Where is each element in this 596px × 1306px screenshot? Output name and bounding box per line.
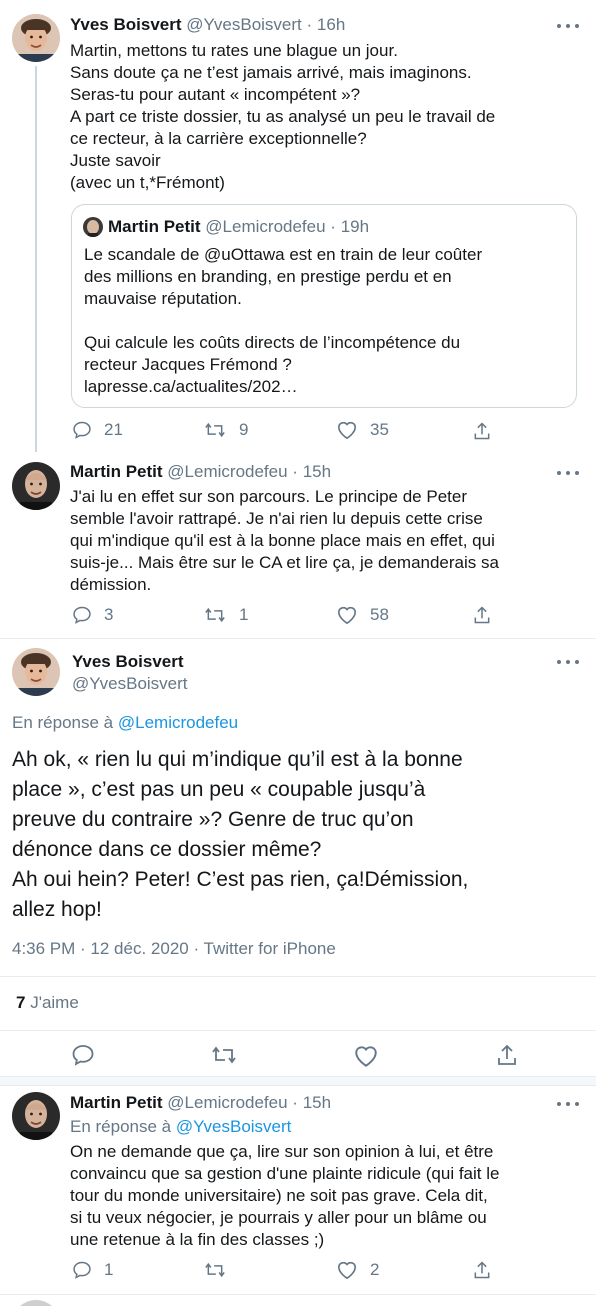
main-reply-context: En réponse à @Lemicrodefeu xyxy=(12,713,238,733)
heart-icon xyxy=(337,421,357,440)
tweet1-like-count: 35 xyxy=(370,420,389,439)
reply-icon xyxy=(72,1045,94,1066)
tweet2-like-button[interactable]: 58 xyxy=(336,605,389,625)
tweet2-text: J'ai lu en effet sur son parcours. Le pr… xyxy=(70,487,499,594)
avatar-yves-main-image xyxy=(12,648,60,696)
tweet2-retweet-button[interactable]: 1 xyxy=(203,605,248,625)
tweet3-like-count: 2 xyxy=(370,1260,380,1279)
divider xyxy=(0,638,596,639)
share-icon xyxy=(474,606,490,624)
tweet3-like-button[interactable]: 2 xyxy=(336,1260,379,1280)
quote-link[interactable]: lapresse.ca/actualites/202… xyxy=(84,376,482,398)
thread-line xyxy=(35,66,37,452)
tweet1-share-button[interactable] xyxy=(472,420,492,442)
main-share-button[interactable] xyxy=(495,1042,519,1068)
tweet2-header: Martin Petit @Lemicrodefeu · 15h xyxy=(70,462,332,481)
quote-header: Martin Petit @Lemicrodefeu · 19h xyxy=(108,217,370,236)
avatar-martin-image xyxy=(12,462,60,510)
main-likes-count: 7 xyxy=(16,993,26,1012)
quote-avatar-martin xyxy=(83,217,103,237)
main-author-handle-row: @YvesBoisvert xyxy=(72,674,188,694)
avatar-yves-image xyxy=(12,14,60,62)
divider xyxy=(0,1030,596,1031)
main-like-button[interactable] xyxy=(353,1044,379,1068)
tweet2-retweet-count: 1 xyxy=(239,605,249,624)
tweet3-text: On ne demande que ça, lire sur son opini… xyxy=(70,1142,500,1249)
retweet-icon xyxy=(205,422,225,438)
tweet2-author-handle[interactable]: @Lemicrodefeu xyxy=(167,462,287,481)
tweet3-more-icon[interactable] xyxy=(557,1099,579,1109)
share-icon xyxy=(474,422,490,440)
main-reply-prefix: En réponse à xyxy=(12,713,114,732)
avatar-yves-main[interactable] xyxy=(12,648,60,696)
retweet-icon xyxy=(205,1262,225,1278)
main-retweet-button[interactable] xyxy=(210,1043,238,1067)
tweet2-author-name[interactable]: Martin Petit xyxy=(70,462,163,481)
retweet-icon xyxy=(212,1046,236,1064)
divider xyxy=(0,1294,596,1295)
avatar-next-partial xyxy=(12,1300,60,1306)
quote-text: Le scandale de @uOttawa est en train de … xyxy=(84,245,483,398)
quoted-tweet[interactable]: Martin Petit @Lemicrodefeu · 19h Le scan… xyxy=(71,204,577,408)
tweet1-text: Martin, mettons tu rates une blague un j… xyxy=(70,41,496,192)
tweet1-more-icon[interactable] xyxy=(557,21,579,31)
tweet1-header: Yves Boisvert @YvesBoisvert · 16h xyxy=(70,15,346,34)
tweet2-share-button[interactable] xyxy=(472,604,492,626)
divider xyxy=(0,976,596,977)
main-more-icon[interactable] xyxy=(557,657,579,667)
tweet3-reply-count: 1 xyxy=(104,1260,114,1279)
main-likes-summary[interactable]: 7 J'aime xyxy=(16,993,79,1013)
main-reply-to-link[interactable]: @Lemicrodefeu xyxy=(118,713,238,732)
tweet2-more-icon[interactable] xyxy=(557,468,579,478)
tweet2-reply-button[interactable]: 3 xyxy=(72,605,113,625)
tweet3-share-button[interactable] xyxy=(472,1259,492,1281)
reply-icon xyxy=(73,606,91,624)
tweet3-author-handle[interactable]: @Lemicrodefeu xyxy=(167,1093,287,1112)
main-timestamp[interactable]: 4:36 PM · 12 déc. 2020 · Twitter for iPh… xyxy=(12,939,336,959)
tweet3-author-name[interactable]: Martin Petit xyxy=(70,1093,163,1112)
tweet3-reply-button[interactable]: 1 xyxy=(72,1260,113,1280)
tweet3-reply-prefix: En réponse à xyxy=(70,1117,172,1136)
section-separator xyxy=(0,1076,596,1086)
tweet1-reply-count: 21 xyxy=(104,420,123,439)
tweet1-author-name[interactable]: Yves Boisvert xyxy=(70,15,182,34)
main-author-handle[interactable]: @YvesBoisvert xyxy=(72,674,188,693)
quote-author-handle: @Lemicrodefeu xyxy=(205,217,326,236)
tweet1-reply-button[interactable]: 21 xyxy=(72,420,123,440)
tweet3-reply-to-link[interactable]: @YvesBoisvert xyxy=(176,1117,292,1136)
heart-icon xyxy=(337,606,357,625)
reply-icon xyxy=(73,1261,91,1279)
tweet2-time[interactable]: 15h xyxy=(303,462,331,481)
reply-icon xyxy=(73,421,91,439)
tweet1-time[interactable]: 16h xyxy=(317,15,345,34)
main-author-name[interactable]: Yves Boisvert xyxy=(72,652,184,671)
share-icon xyxy=(474,1261,490,1279)
heart-icon xyxy=(337,1261,357,1280)
tweet3-header: Martin Petit @Lemicrodefeu · 15h xyxy=(70,1093,332,1112)
tweet3-reply-context: En réponse à @YvesBoisvert xyxy=(70,1117,291,1137)
tweet1-retweet-count: 9 xyxy=(239,420,249,439)
tweet1-like-button[interactable]: 35 xyxy=(336,420,389,440)
tweet1-retweet-button[interactable]: 9 xyxy=(203,420,248,440)
quote-time: 19h xyxy=(340,217,370,236)
quote-author-name: Martin Petit xyxy=(108,217,201,236)
tweet2-reply-count: 3 xyxy=(104,605,114,624)
heart-icon xyxy=(355,1046,377,1067)
retweet-icon xyxy=(205,607,225,623)
tweet2-like-count: 58 xyxy=(370,605,389,624)
avatar-martin-reply-image xyxy=(12,1092,60,1140)
tweet1-author-handle[interactable]: @YvesBoisvert xyxy=(186,15,302,34)
avatar-martin[interactable] xyxy=(12,462,60,510)
tweet3-time[interactable]: 15h xyxy=(303,1093,331,1112)
avatar-martin-reply[interactable] xyxy=(12,1092,60,1140)
main-tweet-text: Ah ok, « rien lu qui m’indique qu’il est… xyxy=(12,748,469,921)
main-reply-button[interactable] xyxy=(71,1043,95,1067)
share-icon xyxy=(498,1044,516,1065)
main-author-name-row: Yves Boisvert xyxy=(72,652,184,672)
tweet3-retweet-button[interactable] xyxy=(203,1260,227,1280)
main-likes-label: J'aime xyxy=(30,993,79,1012)
avatar-yves[interactable] xyxy=(12,14,60,62)
